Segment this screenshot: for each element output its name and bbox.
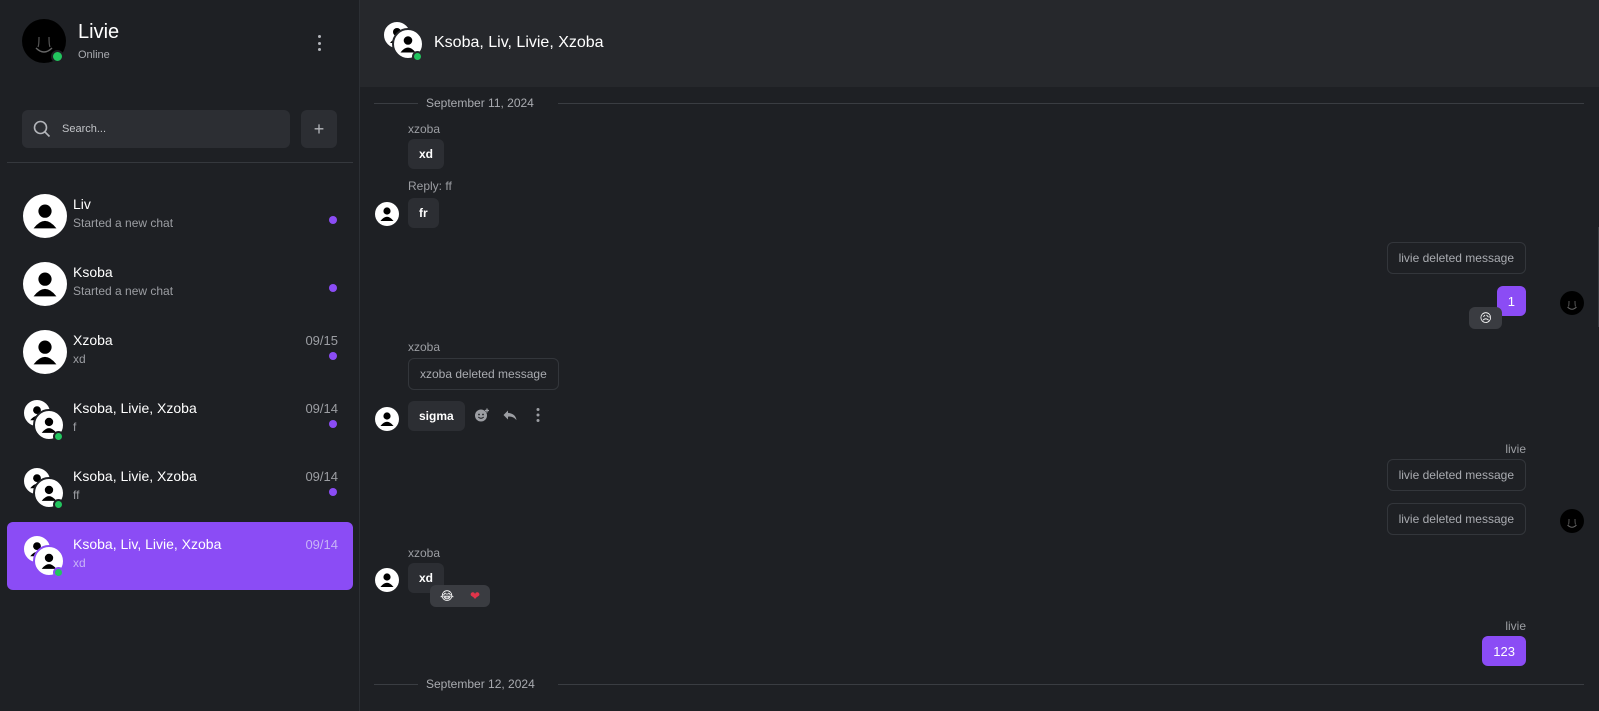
sender-avatar[interactable]: [375, 202, 399, 226]
online-status-indicator: [53, 431, 64, 442]
message-sender: livie: [1505, 442, 1526, 456]
chat-preview: Started a new chat: [73, 284, 174, 298]
online-status-indicator: [51, 50, 64, 63]
chat-name: Ksoba, Livie, Xzoba: [73, 468, 197, 484]
search-icon: [33, 120, 51, 138]
chat-avatar: [23, 330, 67, 374]
message-actions: [474, 407, 546, 423]
kebab-menu-icon[interactable]: [312, 33, 326, 53]
user-icon: [33, 340, 57, 365]
sender-avatar[interactable]: [375, 407, 399, 431]
chat-list-item[interactable]: Ksoba, Livie, Xzoba f 09/14: [7, 386, 353, 454]
unread-indicator: [329, 284, 337, 292]
chat-preview: xd: [73, 556, 86, 570]
chat-date: 09/14: [305, 537, 338, 552]
search-box: [22, 110, 290, 148]
chat-name: Ksoba, Livie, Xzoba: [73, 400, 197, 416]
chat-preview: xd: [73, 352, 86, 366]
message-bubble[interactable]: sigma: [408, 401, 465, 431]
date-separator-label: September 12, 2024: [426, 677, 535, 691]
sidebar-divider: [7, 162, 353, 163]
chat-preview: f: [73, 420, 77, 434]
chat-list-item[interactable]: Ksoba, Livie, Xzoba ff 09/14: [7, 454, 353, 522]
smiley-avatar-icon: [1567, 300, 1577, 310]
chat-name: Ksoba, Liv, Livie, Xzoba: [73, 536, 222, 552]
user-icon: [380, 207, 394, 221]
deleted-message: livie deleted message: [1386, 503, 1526, 535]
add-reaction-icon[interactable]: [474, 407, 490, 423]
reaction-laugh[interactable]: 😂: [440, 589, 454, 603]
chat-list: Liv Started a new chat Ksoba Started a n…: [7, 182, 353, 590]
date-separator-label: September 11, 2024: [426, 96, 534, 110]
date-separator: September 12, 2024: [374, 675, 1584, 695]
conversation-panel: Ksoba, Liv, Livie, Xzoba September 11, 2…: [360, 0, 1599, 711]
chat-name: Liv: [73, 196, 91, 212]
chat-avatar: [23, 262, 67, 306]
message-list: September 11, 2024 xzoba xd Reply: ff fr…: [360, 87, 1599, 711]
date-separator: September 11, 2024: [374, 94, 1584, 114]
group-avatar: [22, 398, 68, 444]
search-input[interactable]: [62, 110, 282, 148]
user-icon: [380, 573, 394, 587]
chat-list-item[interactable]: Xzoba xd 09/15: [7, 318, 353, 386]
user-icon: [33, 204, 57, 229]
chat-preview: ff: [73, 488, 80, 502]
chat-list-item[interactable]: Ksoba, Liv, Livie, Xzoba xd 09/14: [7, 522, 353, 590]
chat-date: 09/14: [305, 401, 338, 416]
chat-date: 09/15: [305, 333, 338, 348]
unread-indicator: [329, 420, 337, 428]
chat-app: Livie Online + Liv Started a new chat Ks…: [0, 0, 1599, 711]
chat-date: 09/14: [305, 469, 338, 484]
chat-header: Ksoba, Liv, Livie, Xzoba: [360, 0, 1599, 87]
own-avatar[interactable]: [1560, 291, 1584, 315]
online-status-indicator: [412, 51, 423, 62]
new-chat-button[interactable]: +: [301, 110, 337, 148]
message-sender: xzoba: [408, 546, 441, 560]
message-sender: xzoba: [408, 122, 441, 136]
chat-name: Ksoba: [73, 264, 113, 280]
own-message-bubble[interactable]: 123: [1482, 636, 1526, 666]
profile-header: Livie Online: [22, 19, 342, 69]
smiley-avatar-icon: [1567, 518, 1577, 528]
profile-status: Online: [78, 49, 110, 61]
chat-name: Xzoba: [73, 332, 113, 348]
deleted-message: livie deleted message: [1386, 242, 1526, 274]
online-status-indicator: [53, 567, 64, 578]
reply-reference[interactable]: Reply: ff: [408, 179, 452, 193]
chat-preview: Started a new chat: [73, 216, 174, 230]
profile-name: Livie: [78, 21, 120, 43]
message-reaction[interactable]: 😥: [1469, 307, 1502, 329]
user-icon: [33, 272, 57, 297]
chat-avatar: [23, 194, 67, 238]
chat-list-item[interactable]: Liv Started a new chat: [7, 182, 353, 250]
reply-icon[interactable]: [502, 407, 518, 423]
unread-indicator: [329, 216, 337, 224]
unread-indicator: [329, 488, 337, 496]
deleted-message: livie deleted message: [1386, 459, 1526, 491]
message-reactions: 😂 ❤: [430, 585, 491, 607]
user-icon: [380, 412, 394, 426]
group-avatar: [22, 534, 68, 580]
group-avatar: [22, 466, 68, 512]
group-avatar[interactable]: [382, 20, 428, 66]
unread-indicator: [329, 352, 337, 360]
chat-list-item[interactable]: Ksoba Started a new chat: [7, 250, 353, 318]
sidebar: Livie Online + Liv Started a new chat Ks…: [0, 0, 360, 711]
message-sender: xzoba: [408, 340, 441, 354]
conversation-title: Ksoba, Liv, Livie, Xzoba: [434, 34, 604, 51]
message-bubble[interactable]: xd: [408, 139, 445, 169]
reaction-heart[interactable]: ❤: [470, 589, 480, 603]
message-sender: livie: [1505, 619, 1526, 633]
more-vertical-icon[interactable]: [530, 407, 546, 423]
message-bubble[interactable]: fr: [408, 198, 439, 228]
sender-avatar[interactable]: [375, 568, 399, 592]
deleted-message: xzoba deleted message: [408, 358, 559, 390]
online-status-indicator: [53, 499, 64, 510]
own-avatar[interactable]: [1560, 509, 1584, 533]
